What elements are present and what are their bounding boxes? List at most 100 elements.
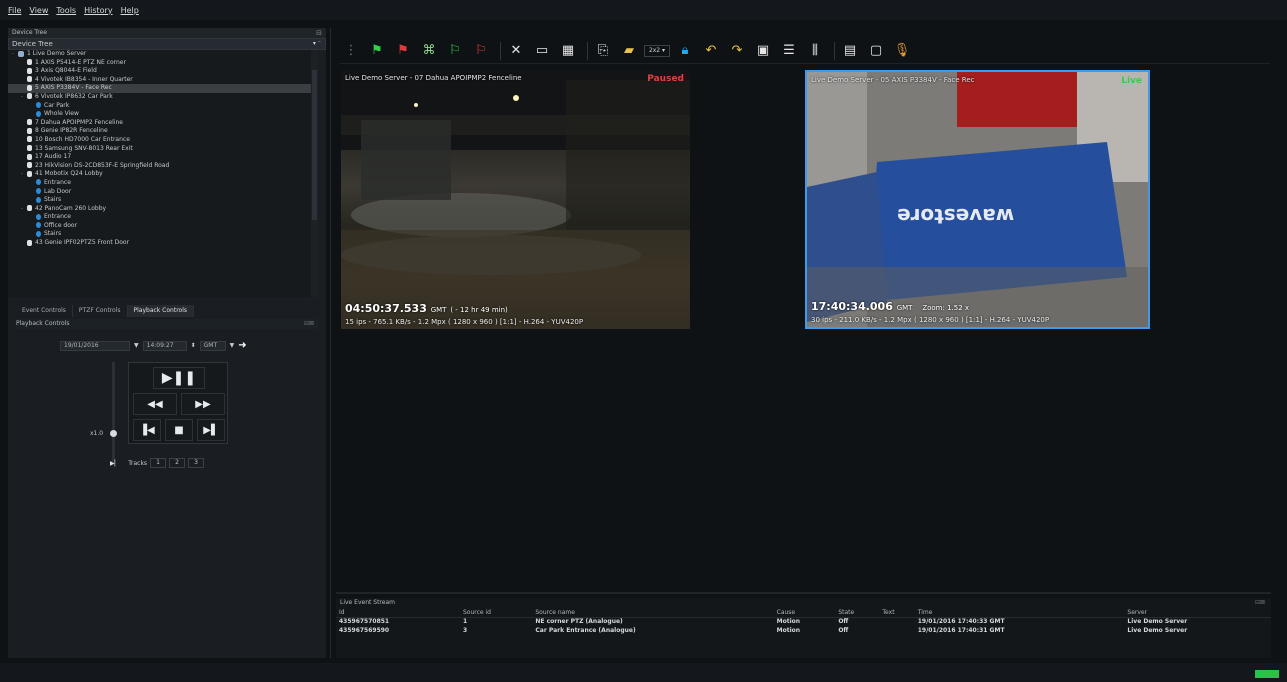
dropdown-arrow-icon[interactable]: ▾ ⁻ (313, 39, 321, 49)
menu-item-history[interactable]: History (84, 6, 112, 15)
fullscreen-icon[interactable]: ✕ (505, 40, 527, 62)
previous-frame-button[interactable]: ▐◀ (133, 419, 161, 441)
red-flag-icon[interactable]: ⚑ (392, 40, 414, 62)
next-frame-button[interactable]: ▶▌ (197, 419, 225, 441)
green-flag-icon[interactable]: ⚑ (366, 40, 388, 62)
horizontal-splitter[interactable] (336, 592, 1271, 594)
window-icon[interactable]: ▤ (839, 40, 861, 62)
table-row[interactable]: 435967569590 3 Car Park Entrance (Analogue… (336, 626, 1271, 635)
tree-item[interactable]: Stairs (8, 230, 318, 239)
redo-icon[interactable]: ↷ (726, 40, 748, 62)
pin-icon[interactable]: ⊟ (316, 28, 322, 38)
fast-forward-button[interactable]: ▶▶ (181, 393, 225, 415)
column-header-id[interactable]: Id (336, 608, 460, 618)
green-flag-down-icon[interactable]: ⚐ (444, 40, 466, 62)
panel-divider[interactable] (330, 28, 331, 658)
menu-item-tools[interactable]: Tools (56, 6, 76, 15)
tree-item[interactable]: 8 Genie IP82R Fenceline (8, 127, 318, 136)
tree-item[interactable]: Entrance (8, 179, 318, 188)
track-button-3[interactable]: 3 (188, 458, 205, 468)
menu-item-view[interactable]: View (29, 6, 48, 15)
panel-options-icon[interactable]: ⊟⊠ (304, 319, 314, 329)
timezone-select[interactable]: GMT (199, 340, 226, 351)
tree-item-label: 6 Vivotek IP8632 Car Park (35, 92, 113, 100)
grid-monitor-icon[interactable]: ▦ (557, 40, 579, 62)
camera-icon (27, 76, 32, 83)
undo-icon[interactable]: ↶ (700, 40, 722, 62)
tree-item[interactable]: 3 Axis Q8044-E Field (8, 67, 318, 76)
tree-scrollbar[interactable] (311, 50, 318, 297)
video-1-scene (341, 70, 690, 329)
toolbar-separator (500, 41, 501, 60)
speed-slider-handle[interactable] (110, 430, 117, 437)
lock-icon[interactable]: 🔒︎ (674, 40, 696, 62)
column-header-source-name[interactable]: Source name (532, 608, 774, 618)
tab-ptzf-controls[interactable]: PTZF Controls (73, 305, 128, 317)
table-cell: 19/01/2016 17:40:31 GMT (917, 627, 1005, 634)
menu-item-help[interactable]: Help (121, 6, 139, 15)
tree-item[interactable]: 4 Vivotek IB8354 - Inner Quarter (8, 76, 318, 85)
column-header-cause[interactable]: Cause (773, 608, 836, 618)
layout-select[interactable]: 2x2 ▾ (644, 44, 670, 57)
tree-item[interactable]: Lab Door (8, 188, 318, 197)
table-row[interactable]: 435967570851 1 NE corner PTZ (Analogue) Mot… (336, 617, 1271, 626)
monitor-icon[interactable]: ▭ (531, 40, 553, 62)
tree-item[interactable]: Stairs (8, 196, 318, 205)
time-field[interactable]: 14:09:27 (142, 340, 187, 351)
snapshot-icon[interactable]: ▣ (752, 40, 774, 62)
tree-item[interactable]: Car Park (8, 102, 318, 111)
tree-item[interactable]: Office door (8, 222, 318, 231)
tree-item[interactable]: 43 Genie IPF02PTZ5 Front Door (8, 239, 318, 248)
tree-item[interactable]: 7 Dahua APOIPMP2 Fenceline (8, 119, 318, 128)
folder-open-icon[interactable]: ▰ (618, 40, 640, 62)
date-field[interactable]: 19/01/2016 (60, 340, 130, 351)
stop-button[interactable]: ■ (165, 419, 193, 441)
tab-playback-controls[interactable]: Playback Controls (127, 305, 194, 317)
track-button-1[interactable]: 1 (150, 458, 167, 468)
tree-item[interactable]: Whole View (8, 110, 318, 119)
timezone-dropdown-icon[interactable]: ▼ (230, 342, 235, 349)
video-tile-2[interactable]: wavestore Live Demo Server - 05 AXIS P33… (805, 70, 1150, 329)
time-spinner-icon[interactable]: ⬍ (191, 342, 196, 349)
date-dropdown-icon[interactable]: ▼ (134, 342, 139, 349)
go-arrow-icon[interactable]: ➜ (238, 340, 246, 351)
video-tile-1[interactable]: Live Demo Server - 07 Dahua APOIPMP2 Fen… (341, 70, 690, 329)
tree-item[interactable]: -42 PanoCam 260 Lobby (8, 205, 318, 214)
column-header-state[interactable]: State (835, 608, 880, 618)
column-header-text[interactable]: Text (879, 608, 915, 618)
tab-event-controls[interactable]: Event Controls (16, 305, 73, 317)
table-cell: Motion (776, 627, 801, 634)
panel-options-icon[interactable]: ⊟⊠ (1255, 598, 1265, 608)
tree-icon[interactable]: ⌘ (418, 40, 440, 62)
column-header-time[interactable]: Time (914, 608, 1125, 618)
rewind-button[interactable]: ◀◀ (133, 393, 177, 415)
tree-item[interactable]: 1 AXIS P5414-E PTZ NE corner (8, 59, 318, 68)
red-flag-down-icon[interactable]: ⚐ (470, 40, 492, 62)
tree-item[interactable]: 5 AXIS P3384V - Face Rec (8, 84, 318, 93)
speed-slider-track[interactable] (112, 362, 115, 462)
step-forward-icon[interactable]: ▶▏ (110, 460, 119, 467)
tree-item[interactable]: 13 Samsung SNV-8013 Rear Exit (8, 145, 318, 154)
tree-item[interactable]: 10 Bosch HD7000 Car Entrance (8, 136, 318, 145)
microphone-icon[interactable]: 🎙︎ (891, 40, 913, 62)
tree-item-label: 17 Audio 17 (35, 153, 72, 161)
column-header-source-id[interactable]: Source id (460, 608, 533, 618)
settings-panel-icon[interactable]: ☰ (778, 40, 800, 62)
box-open-icon[interactable]: ⎘ (592, 40, 614, 62)
tree-item-label: Entrance (44, 178, 71, 186)
column-header-server[interactable]: Server (1124, 608, 1271, 618)
menu-item-file[interactable]: File (8, 6, 21, 15)
device-tree-dropdown[interactable]: Device Tree ▾ ⁻ (8, 38, 326, 50)
play-pause-button[interactable]: ▶❚❚ (153, 367, 205, 389)
tree-item[interactable]: -1 Live Demo Server (8, 50, 318, 59)
video-1-info: 15 ips - 765.1 KB/s - 1.2 Mpx ( 1280 x 9… (345, 318, 584, 326)
tree-item[interactable]: 17 Audio 17 (8, 153, 318, 162)
tree-item[interactable]: Entrance (8, 213, 318, 222)
tree-item[interactable]: 23 HikVision DS-2CD853F-E Springfield Ro… (8, 162, 318, 171)
tree-scroll-thumb[interactable] (312, 70, 317, 220)
rounded-window-icon[interactable]: ▢ (865, 40, 887, 62)
tree-item[interactable]: -6 Vivotek IP8632 Car Park (8, 93, 318, 102)
tree-item[interactable]: -41 Mobotix Q24 Lobby (8, 170, 318, 179)
track-button-2[interactable]: 2 (169, 458, 186, 468)
equalizer-icon[interactable]: ⫼ (804, 40, 826, 62)
